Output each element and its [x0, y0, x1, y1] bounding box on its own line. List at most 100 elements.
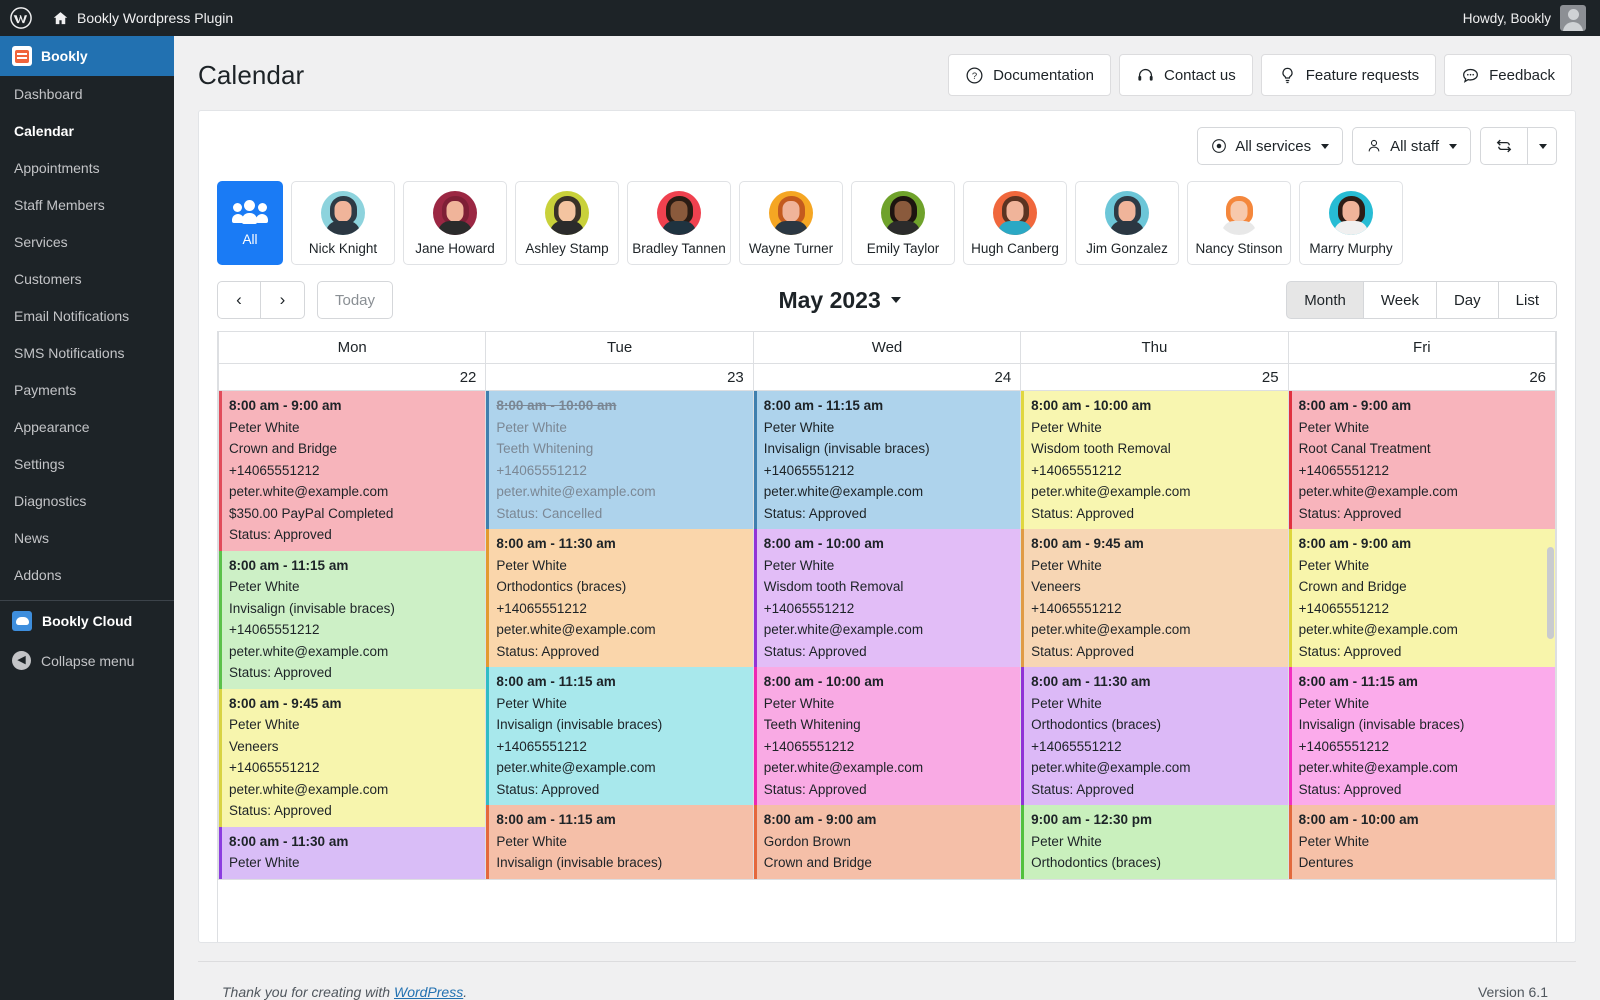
- appointment-event[interactable]: 8:00 am - 11:30 am Peter White Orthodontic…: [486, 529, 753, 667]
- staff-card-jim-gonzalez[interactable]: Jim Gonzalez: [1075, 181, 1179, 265]
- feedback-button[interactable]: Feedback: [1444, 54, 1572, 96]
- staff-avatar: [1105, 190, 1149, 235]
- sidebar-item-payments[interactable]: Payments: [0, 372, 174, 409]
- appointment-event[interactable]: 8:00 am - 11:15 am Peter White Invisalign …: [219, 550, 486, 689]
- day-number-23[interactable]: 23: [485, 363, 754, 391]
- sidebar-item-settings[interactable]: Settings: [0, 446, 174, 483]
- event-service: Invisalign (invisable braces): [763, 441, 930, 456]
- site-name-button[interactable]: Bookly Wordpress Plugin: [42, 0, 243, 36]
- sidebar-item-dashboard[interactable]: Dashboard: [0, 76, 174, 113]
- event-customer: Peter White: [763, 695, 835, 711]
- footer-thanks-prefix: Thank you for creating with: [222, 984, 394, 1000]
- view-switcher: Month Week Day List: [1286, 281, 1557, 319]
- appointment-event[interactable]: 8:00 am - 11:30 am Peter White: [219, 826, 486, 879]
- collapse-menu-button[interactable]: ◀ Collapse menu: [0, 641, 174, 680]
- staff-name: Nancy Stinson: [1195, 240, 1283, 256]
- view-button-day[interactable]: Day: [1436, 281, 1499, 319]
- view-button-week[interactable]: Week: [1363, 281, 1437, 319]
- day-number-25[interactable]: 25: [1020, 363, 1289, 391]
- event-time: 8:00 am - 9:00 am: [1298, 398, 1412, 413]
- event-service: Orthodontics (braces): [1031, 717, 1161, 732]
- appointment-event[interactable]: 8:00 am - 10:00 am Peter White Dentures: [1288, 805, 1555, 879]
- today-button[interactable]: Today: [317, 281, 394, 319]
- day-events-cell: 8:00 am - 10:00 am Peter White Wisdom toot…: [1020, 390, 1289, 880]
- event-phone: +14065551212: [1298, 738, 1390, 754]
- staff-card-jane-howard[interactable]: Jane Howard: [403, 181, 507, 265]
- staff-card-wayne-turner[interactable]: Wayne Turner: [739, 181, 843, 265]
- all-staff-filter[interactable]: All staff: [1352, 127, 1471, 165]
- staff-card-nancy-stinson[interactable]: Nancy Stinson: [1187, 181, 1291, 265]
- view-button-list[interactable]: List: [1498, 281, 1557, 319]
- chevron-down-icon: [1321, 143, 1330, 149]
- staff-card-all[interactable]: All: [217, 181, 283, 265]
- refresh-button[interactable]: [1480, 127, 1528, 165]
- appointment-event[interactable]: 8:00 am - 9:00 am Peter White Root Canal T…: [1288, 391, 1555, 529]
- chevron-left-circle-icon: ◀: [12, 651, 31, 670]
- all-services-filter[interactable]: All services: [1197, 127, 1344, 165]
- staff-card-hugh-canberg[interactable]: Hugh Canberg: [963, 181, 1067, 265]
- sidebar-item-addons[interactable]: Addons: [0, 557, 174, 594]
- day-number-22[interactable]: 22: [218, 363, 487, 391]
- appointment-event[interactable]: 8:00 am - 10:00 am Peter White Teeth White…: [753, 667, 1021, 805]
- sidebar-item-bookly-cloud[interactable]: Bookly Cloud: [0, 601, 174, 641]
- appointment-event[interactable]: 8:00 am - 9:45 am Peter White Veneers +1406…: [1021, 529, 1288, 667]
- refresh-options-button[interactable]: [1528, 127, 1557, 165]
- appointment-event[interactable]: 9:00 am - 12:30 pm Peter White Orthodontic…: [1021, 805, 1288, 879]
- page-header: Calendar ? Documentation Contact us Feature…: [174, 36, 1600, 110]
- appointment-event[interactable]: 8:00 am - 10:00 am Peter White Wisdom toot…: [753, 529, 1021, 667]
- event-service: Teeth Whitening: [763, 717, 861, 732]
- appointment-event[interactable]: 8:00 am - 11:15 am Peter White Invisalign …: [753, 391, 1021, 529]
- wordpress-logo-button[interactable]: [0, 0, 42, 36]
- staff-card-emily-taylor[interactable]: Emily Taylor: [851, 181, 955, 265]
- sidebar-item-appointments[interactable]: Appointments: [0, 150, 174, 187]
- appointment-event[interactable]: 8:00 am - 9:45 am Peter White Veneers +1406…: [219, 688, 486, 827]
- appointment-event[interactable]: 8:00 am - 11:15 am Peter White Invisalign …: [1288, 667, 1555, 805]
- sidebar-item-news[interactable]: News: [0, 520, 174, 557]
- current-month-title[interactable]: May 2023: [393, 287, 1286, 314]
- home-icon: [53, 11, 68, 24]
- event-phone: +14065551212: [1031, 738, 1122, 754]
- sidebar-item-staff-members[interactable]: Staff Members: [0, 187, 174, 224]
- wordpress-link[interactable]: WordPress: [394, 984, 463, 1000]
- day-number-24[interactable]: 24: [752, 363, 1022, 391]
- event-time: 8:00 am - 9:45 am: [229, 695, 342, 711]
- calendar-scrollbar[interactable]: [1547, 547, 1554, 639]
- event-service: Crown and Bridge: [229, 441, 338, 456]
- view-button-month[interactable]: Month: [1286, 281, 1364, 319]
- staff-card-marry-murphy[interactable]: Marry Murphy: [1299, 181, 1403, 265]
- sidebar-item-email-notifications[interactable]: Email Notifications: [0, 298, 174, 335]
- events-row: 8:00 am - 9:00 am Peter White Crown and Br…: [218, 390, 1556, 880]
- staff-card-bradley-tannen[interactable]: Bradley Tannen: [627, 181, 731, 265]
- staff-card-ashley-stamp[interactable]: Ashley Stamp: [515, 181, 619, 265]
- sidebar-item-sms-notifications[interactable]: SMS Notifications: [0, 335, 174, 372]
- sidebar-item-diagnostics[interactable]: Diagnostics: [0, 483, 174, 520]
- event-status: Status: Approved: [1298, 505, 1402, 521]
- staff-card-nick-knight[interactable]: Nick Knight: [291, 181, 395, 265]
- appointment-event[interactable]: 8:00 am - 9:00 am Gordon Brown Crown and B…: [753, 805, 1021, 879]
- feature-requests-button[interactable]: Feature requests: [1260, 54, 1437, 96]
- admin-footer: Thank you for creating with WordPress. V…: [198, 961, 1576, 1000]
- admin-bar-right[interactable]: Howdy, Bookly: [1463, 5, 1600, 31]
- contact-us-button[interactable]: Contact us: [1119, 54, 1253, 96]
- sidebar-item-services[interactable]: Services: [0, 224, 174, 261]
- sidebar-item-calendar[interactable]: Calendar: [0, 113, 174, 150]
- appointment-event[interactable]: 8:00 am - 11:15 am Peter White Invisalign …: [486, 805, 753, 879]
- sidebar-item-appearance[interactable]: Appearance: [0, 409, 174, 446]
- documentation-button[interactable]: ? Documentation: [948, 54, 1111, 96]
- appointment-event[interactable]: 8:00 am - 9:00 am Peter White Crown and Br…: [1288, 529, 1555, 667]
- calendar-table: Mon Tue Wed Thu Fri 22 23 24 25 26 8:00 am - 9:0…: [218, 332, 1556, 880]
- appointment-event[interactable]: 8:00 am - 11:15 am Peter White Invisalign …: [486, 667, 753, 805]
- appointment-event[interactable]: 8:00 am - 9:00 am Peter White Crown and Br…: [219, 391, 486, 551]
- staff-name: Hugh Canberg: [971, 240, 1059, 256]
- appointment-event[interactable]: 8:00 am - 10:00 am Peter White Wisdom toot…: [1021, 391, 1288, 529]
- appointment-event[interactable]: 8:00 am - 10:00 am Peter White Teeth White…: [486, 391, 753, 529]
- appointment-event[interactable]: 8:00 am - 11:30 am Peter White Orthodontic…: [1021, 667, 1288, 805]
- day-events-cell: 8:00 am - 10:00 am Peter White Teeth White…: [485, 390, 754, 880]
- sidebar-item-customers[interactable]: Customers: [0, 261, 174, 298]
- prev-period-button[interactable]: ‹: [217, 281, 261, 319]
- wp-admin-bar: Bookly Wordpress Plugin Howdy, Bookly: [0, 0, 1600, 36]
- event-time: 8:00 am - 11:30 am: [1031, 674, 1151, 689]
- next-period-button[interactable]: ›: [261, 281, 305, 319]
- day-number-26[interactable]: 26: [1287, 363, 1556, 391]
- sidebar-brand-bookly[interactable]: Bookly: [0, 36, 174, 76]
